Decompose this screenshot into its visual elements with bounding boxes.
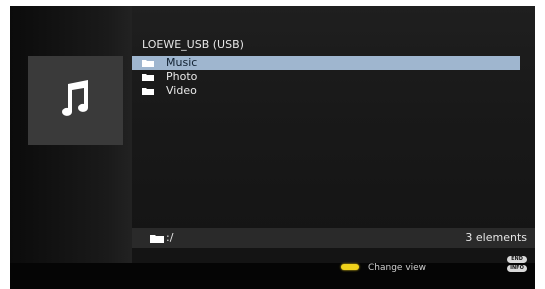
folder-icon	[142, 88, 154, 95]
folder-icon	[142, 60, 154, 67]
folder-icon	[150, 235, 164, 243]
yellow-button-icon	[341, 264, 359, 270]
device-title: LOEWE_USB (USB)	[142, 38, 244, 51]
info-key-icon[interactable]: INFO	[507, 265, 527, 272]
status-bar: :/ 3 elements	[132, 228, 535, 248]
preview-thumbnail	[28, 56, 123, 145]
list-item-label: Music	[166, 56, 198, 69]
music-note-icon	[62, 80, 88, 116]
folder-list: Music Photo Video	[132, 56, 520, 98]
list-item-photo[interactable]: Photo	[132, 70, 520, 84]
tv-screen: LOEWE_USB (USB) Music Photo Video:/ 3 e…	[10, 6, 535, 289]
element-count: 3 elements	[465, 231, 527, 244]
preview-panel	[10, 6, 132, 263]
list-item-video[interactable]: Video	[132, 84, 520, 98]
change-view-button[interactable]: Change view	[368, 263, 426, 273]
current-path: :/	[166, 231, 174, 244]
footer-bar	[10, 263, 535, 289]
end-key-icon[interactable]: END	[507, 256, 527, 263]
file-browser: LOEWE_USB (USB) Music Photo Video:/ 3 e…	[132, 6, 535, 263]
list-item-label: Photo	[166, 70, 198, 83]
list-item-label: Video	[166, 84, 197, 97]
folder-icon	[142, 74, 154, 81]
list-item-music[interactable]: Music	[132, 56, 520, 70]
